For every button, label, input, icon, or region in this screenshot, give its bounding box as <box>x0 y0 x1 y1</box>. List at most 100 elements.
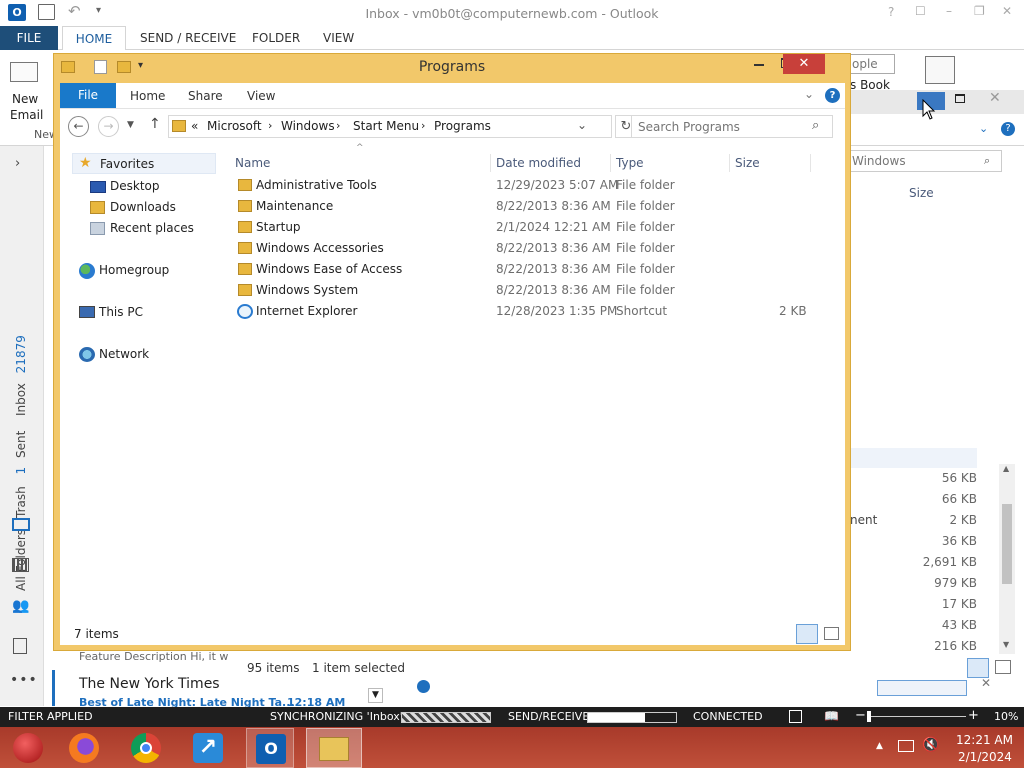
nav-desktop[interactable]: Desktop <box>88 177 208 197</box>
zoom-level[interactable]: 10% <box>994 710 1018 723</box>
breadcrumb-microsoft[interactable]: Microsoft <box>207 119 262 133</box>
address-dropdown-icon[interactable]: ⌄ <box>577 118 587 132</box>
explorer-close-button[interactable]: ✕ <box>783 54 825 74</box>
tasks-icon[interactable] <box>13 638 27 654</box>
table-row[interactable]: Windows Ease of Access 8/22/2013 8:36 AM… <box>232 259 845 280</box>
ex-tab-home[interactable]: Home <box>130 89 165 103</box>
breadcrumb-chevron-icon[interactable]: › <box>421 119 425 132</box>
taskbar-chrome[interactable] <box>122 728 170 768</box>
nav-sent[interactable]: Sent <box>14 431 28 458</box>
breadcrumb-chevron-icon[interactable]: › <box>336 119 340 132</box>
table-row[interactable]: Startup 2/1/2024 12:21 AM File folder <box>232 217 845 238</box>
normal-view-icon[interactable] <box>789 710 802 723</box>
column-divider[interactable] <box>729 154 730 172</box>
bg-scroll-up-icon[interactable]: ▲ <box>1003 464 1009 473</box>
search-icon[interactable]: ⌕ <box>812 118 819 133</box>
expand-ribbon-icon[interactable]: ⌄ <box>804 87 814 101</box>
bg-search-icon[interactable]: ⌕ <box>984 154 990 168</box>
outlook-restore-icon[interactable]: ❐ <box>974 4 985 18</box>
table-row[interactable]: Windows Accessories 8/22/2013 8:36 AM Fi… <box>232 238 845 259</box>
explorer-titlebar[interactable]: ▾ Programs ✕ <box>54 54 850 82</box>
nav-downloads[interactable]: Downloads <box>88 198 208 218</box>
breadcrumb-chevron-icon[interactable]: › <box>268 119 272 132</box>
bg-maximize-icon[interactable] <box>955 94 965 103</box>
up-icon[interactable]: ↑ <box>149 116 161 132</box>
bg-scrollbar[interactable]: ▲ ▼ <box>999 464 1015 654</box>
breadcrumb-start-menu[interactable]: Start Menu <box>353 119 419 133</box>
bg-close-icon[interactable]: ✕ <box>989 90 1001 106</box>
zoom-slider-thumb[interactable] <box>867 711 871 722</box>
tab-home[interactable]: HOME <box>62 26 126 50</box>
taskbar-firefox[interactable] <box>60 728 108 768</box>
ex-tab-file[interactable]: File <box>60 83 116 108</box>
tab-folder[interactable]: FOLDER <box>252 26 300 50</box>
zoom-out-icon[interactable]: − <box>855 708 866 723</box>
reading-view-icon[interactable]: 📖 <box>824 709 839 723</box>
outlook-minimize-icon[interactable]: – <box>946 4 952 18</box>
search-people-box[interactable]: ople <box>848 54 895 74</box>
breadcrumb-overflow[interactable]: « <box>191 119 198 133</box>
back-icon[interactable]: ← <box>68 116 89 137</box>
ex-tab-share[interactable]: Share <box>188 89 223 103</box>
bg-scroll-thumb[interactable] <box>1002 504 1012 584</box>
breadcrumb-programs[interactable]: Programs <box>434 119 491 133</box>
start-button[interactable] <box>4 728 52 768</box>
tab-view[interactable]: VIEW <box>323 26 354 50</box>
search-box[interactable]: ⌕ <box>631 115 833 138</box>
column-divider[interactable] <box>490 154 491 172</box>
bg-search-box[interactable]: Windows ⌕ <box>849 150 1002 172</box>
bg-ribbon-expand-icon[interactable]: ⌄ <box>979 122 988 135</box>
explorer-minimize-icon[interactable] <box>754 64 764 66</box>
tab-send-receive[interactable]: SEND / RECEIVE <box>140 26 236 50</box>
explorer-help-icon[interactable]: ? <box>825 88 840 103</box>
address-bar[interactable]: « Microsoft › Windows › Start Menu › Pro… <box>168 115 612 138</box>
outlook-close-icon[interactable]: ✕ <box>1002 4 1012 18</box>
zoom-slider[interactable] <box>868 716 966 717</box>
bg-selected-row[interactable] <box>849 448 977 468</box>
taskbar-outlook[interactable]: O <box>246 728 294 768</box>
more-icon[interactable]: ••• <box>10 672 38 688</box>
help-icon[interactable]: ? <box>888 5 894 19</box>
details-view-icon[interactable] <box>796 624 818 644</box>
column-divider[interactable] <box>610 154 611 172</box>
bg-help-icon[interactable]: ? <box>1001 122 1015 136</box>
ex-tab-view[interactable]: View <box>247 89 275 103</box>
nav-inbox[interactable]: Inbox 21879 <box>14 335 28 416</box>
table-row[interactable]: Maintenance 8/22/2013 8:36 AM File folde… <box>232 196 845 217</box>
nav-homegroup[interactable]: Homegroup <box>77 261 217 281</box>
tab-file[interactable]: FILE <box>0 26 58 50</box>
column-divider[interactable] <box>810 154 811 172</box>
breadcrumb-windows[interactable]: Windows <box>281 119 335 133</box>
taskbar-explorer[interactable] <box>306 728 362 768</box>
new-email-button[interactable]: New Email <box>4 58 48 128</box>
bg-large-icons-view-icon[interactable] <box>995 660 1011 674</box>
nav-favorites[interactable]: ★ Favorites <box>72 153 216 174</box>
column-header-name[interactable]: Name <box>235 156 270 170</box>
volume-muted-icon[interactable]: 🔇 <box>922 737 939 753</box>
bg-size-header[interactable]: Size <box>909 186 934 200</box>
clock-time[interactable]: 12:21 AM <box>956 733 1013 747</box>
bg-close-x-icon[interactable]: ✕ <box>981 676 991 690</box>
zoom-in-icon[interactable]: + <box>968 708 979 723</box>
table-row[interactable]: Windows System 8/22/2013 8:36 AM File fo… <box>232 280 845 301</box>
search-input[interactable] <box>632 116 802 137</box>
large-icons-view-icon[interactable] <box>824 627 839 640</box>
bg-details-view-icon[interactable] <box>967 658 989 678</box>
nav-trash[interactable]: Trash 1 <box>14 467 28 518</box>
status-filter-applied[interactable]: FILTER APPLIED <box>8 710 93 723</box>
nav-recent-places[interactable]: Recent places <box>88 219 218 239</box>
nav-this-pc[interactable]: This PC <box>77 303 197 323</box>
column-header-size[interactable]: Size <box>735 156 760 170</box>
people-icon[interactable]: 👥 <box>12 598 29 614</box>
bg-scroll-down-icon[interactable]: ▼ <box>1003 640 1009 649</box>
forward-icon[interactable]: → <box>98 116 119 137</box>
filter-email-icon[interactable] <box>925 56 955 84</box>
clock-date[interactable]: 2/1/2024 <box>958 750 1012 764</box>
ribbon-display-icon[interactable]: ☐ <box>915 4 926 18</box>
calendar-icon[interactable] <box>12 558 29 572</box>
network-tray-icon[interactable] <box>898 740 914 752</box>
nav-network[interactable]: Network <box>77 345 197 365</box>
recent-locations-icon[interactable]: ▼ <box>127 120 134 130</box>
taskbar-arrow-app[interactable]: ↗ <box>184 728 232 768</box>
table-row[interactable]: Administrative Tools 12/29/2023 5:07 AM … <box>232 175 845 196</box>
